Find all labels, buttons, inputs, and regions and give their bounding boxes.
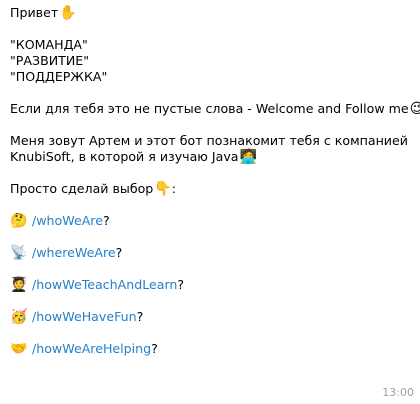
command-row-teach: 🧑‍🎓 /howWeTeachAndLearn ?	[10, 277, 410, 293]
message-timestamp: 13:00	[382, 386, 414, 399]
welcome-line: Если для тебя это не пустые слова - Welc…	[10, 101, 420, 117]
greeting-text: Привет	[10, 5, 59, 20]
partying-face-icon: 🥳	[10, 309, 28, 325]
command-link-whoweare[interactable]: /whoWeAre	[32, 213, 103, 229]
message-bubble: Привет ✋ "КОМАНДА" "РАЗВИТИЕ" "ПОДДЕРЖКА…	[0, 0, 420, 404]
value-support: "ПОДДЕРЖКА"	[10, 69, 108, 84]
value-team: "КОМАНДА"	[10, 37, 88, 52]
command-suffix: ?	[136, 309, 144, 324]
command-suffix: ?	[115, 245, 123, 260]
technologist-icon: 🧑‍💻	[239, 149, 257, 165]
intro-line-1: Меня зовут Артем и этот бот познакомит т…	[10, 133, 408, 148]
welcome-text: Если для тебя это не пустые слова - Welc…	[10, 101, 409, 116]
command-link-howweteachandlearn[interactable]: /howWeTeachAndLearn	[32, 277, 177, 293]
student-icon: 🧑‍🎓	[10, 277, 28, 293]
command-row-where: 📡 /whereWeAre ?	[10, 245, 410, 261]
intro-text-2: KnubiSoft, в которой я изучаю Java	[10, 149, 239, 164]
command-link-howwehavefun[interactable]: /howWeHaveFun	[32, 309, 137, 325]
value-growth: "РАЗВИТИЕ"	[10, 53, 89, 68]
command-link-howwearehelping[interactable]: /howWeAreHelping	[32, 341, 151, 357]
greeting-line: Привет ✋	[10, 5, 410, 21]
pointing-down-icon: 👇	[154, 181, 172, 197]
command-row-fun: 🥳 /howWeHaveFun ?	[10, 309, 410, 325]
command-link-whereweare[interactable]: /whereWeAre	[32, 245, 116, 261]
choice-colon: :	[171, 181, 176, 196]
raised-hand-icon: ✋	[59, 5, 77, 21]
satellite-antenna-icon: 📡	[10, 245, 28, 261]
choice-text: Просто сделай выбор	[10, 181, 154, 196]
command-row-who: 🤔 /whoWeAre ?	[10, 213, 410, 229]
command-suffix: ?	[151, 341, 158, 356]
thinking-face-icon: 🤔	[10, 213, 28, 229]
wink-icon: 😉	[409, 101, 420, 117]
command-row-helping: 🤝 /howWeAreHelping ?	[10, 341, 410, 357]
command-suffix: ?	[102, 213, 110, 228]
choice-line: Просто сделай выбор 👇 :	[10, 181, 410, 197]
command-suffix: ?	[177, 277, 185, 292]
intro-line-2: KnubiSoft, в которой я изучаю Java 🧑‍💻	[10, 149, 410, 165]
handshake-icon: 🤝	[10, 341, 28, 357]
